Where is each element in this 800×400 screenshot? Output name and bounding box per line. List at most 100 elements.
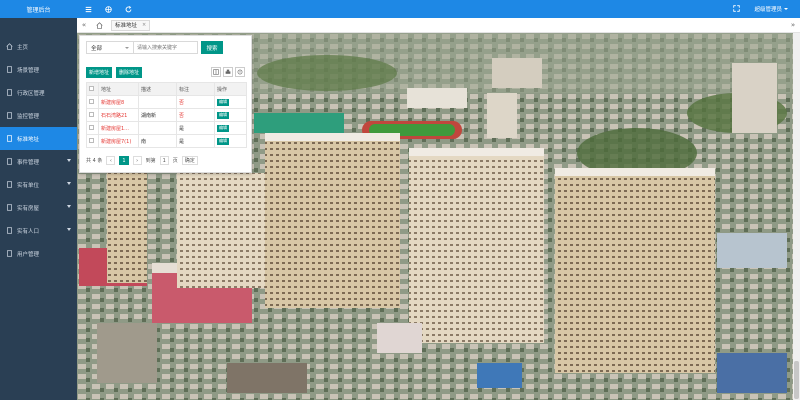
home-icon <box>6 43 13 50</box>
columns-icon[interactable] <box>211 67 221 77</box>
sidebar-item-scene[interactable]: 场景管理 <box>0 58 77 81</box>
menu-icon[interactable] <box>79 0 97 18</box>
edit-button[interactable]: 编辑 <box>217 124 229 132</box>
chevron-down-icon <box>784 8 788 10</box>
pagination: 共 4 条 ‹ 1 › 到第 1 页 确定 <box>86 156 202 165</box>
cell-address: 新建房屋1... <box>98 121 139 135</box>
sidebar-item-users[interactable]: 用户管理 <box>0 242 77 265</box>
sidebar-item-home[interactable]: 主页 <box>0 35 77 58</box>
topbar-right: 超级管理员 <box>733 4 800 14</box>
document-icon <box>7 89 12 96</box>
page-scrollbar[interactable] <box>793 33 800 400</box>
user-menu[interactable]: 超级管理员 <box>754 5 788 13</box>
cell-address: 新建房屋8 <box>98 95 139 109</box>
row-checkbox[interactable] <box>89 111 94 117</box>
chevron-down-icon <box>67 205 71 208</box>
chevron-down-icon <box>125 47 129 49</box>
home-tab-icon[interactable] <box>93 19 105 31</box>
cell-desc: 湖南新 <box>138 108 177 122</box>
add-address-button[interactable]: 新增地址 <box>86 67 113 78</box>
row-checkbox[interactable] <box>89 124 94 130</box>
sidebar-item-label: 实有人口 <box>17 228 40 235</box>
pager-confirm-button[interactable]: 确定 <box>181 156 198 165</box>
sidebar-item-label: 主页 <box>17 44 29 51</box>
pager-next[interactable]: › <box>132 156 142 165</box>
filter-select-value: 全部 <box>91 45 103 52</box>
chevron-down-icon <box>67 228 71 231</box>
address-panel: 全部 搜索 新增地址 删除地址 地址 <box>79 35 252 173</box>
row-checkbox-cell <box>86 108 99 122</box>
chevron-down-icon <box>67 159 71 162</box>
tabs-scroll-left[interactable]: « <box>77 21 91 29</box>
tabs-bar: « 标准地址 × » <box>77 18 800 33</box>
sidebar-item-events[interactable]: 事件管理 <box>0 150 77 173</box>
topbar: 超级管理员 <box>77 0 800 18</box>
cell-action: 编辑 <box>214 108 247 122</box>
sidebar-item-label: 事件管理 <box>17 159 40 166</box>
table-row[interactable]: 新建房屋7(1) 南 是 编辑 <box>86 134 247 148</box>
table-row[interactable]: 新建房屋1... 是 编辑 <box>86 121 247 135</box>
search-button[interactable]: 搜索 <box>201 41 223 54</box>
search-input[interactable] <box>134 41 198 54</box>
document-icon <box>7 250 12 257</box>
pager-goto-suffix: 页 <box>172 158 178 164</box>
pager-prev[interactable]: ‹ <box>106 156 116 165</box>
sidebar-item-label: 实有单位 <box>17 182 40 189</box>
edit-button[interactable]: 编辑 <box>217 137 229 145</box>
document-icon <box>7 204 12 211</box>
export-icon[interactable] <box>235 67 245 77</box>
row-checkbox[interactable] <box>89 137 94 143</box>
sidebar-item-monitor[interactable]: 监控管理 <box>0 104 77 127</box>
edit-button[interactable]: 编辑 <box>217 111 229 119</box>
col-header-action: 操作 <box>214 82 247 96</box>
table-row[interactable]: 新建房屋8 否 编辑 <box>86 95 247 109</box>
col-header-mark: 标注 <box>176 82 215 96</box>
sidebar-item-label: 监控管理 <box>17 113 40 120</box>
scrollbar-thumb[interactable] <box>794 361 799 399</box>
col-header-desc: 描述 <box>138 82 177 96</box>
table-row[interactable]: 石石湾路21 湖南新 否 编辑 <box>86 108 247 122</box>
delete-address-button[interactable]: 删除地址 <box>116 67 143 78</box>
sidebar-item-population[interactable]: 实有人口 <box>0 219 77 242</box>
cell-mark: 否 <box>176 108 215 122</box>
sidebar-menu: 主页 场景管理 行政区管理 监控管理 标准地址 事件管理 实有单位 实有房屋 实… <box>0 35 77 265</box>
tab-label: 标准地址 <box>115 23 138 29</box>
row-checkbox[interactable] <box>89 98 94 104</box>
chevron-down-icon <box>67 182 71 185</box>
cell-desc: 南 <box>138 134 177 148</box>
sidebar-item-houses[interactable]: 实有房屋 <box>0 196 77 219</box>
pager-current-page[interactable]: 1 <box>119 156 129 165</box>
sidebar-item-label: 行政区管理 <box>17 90 45 97</box>
document-icon <box>7 181 12 188</box>
fullscreen-icon[interactable] <box>733 4 741 14</box>
pager-goto-prefix: 到第 <box>145 158 156 164</box>
edit-button[interactable]: 编辑 <box>217 98 229 106</box>
sidebar: 管理后台 主页 场景管理 行政区管理 监控管理 标准地址 事件管理 实有单位 实… <box>0 0 77 400</box>
sidebar-item-address[interactable]: 标准地址 <box>0 127 77 150</box>
tab-standard-address[interactable]: 标准地址 × <box>111 19 151 31</box>
tabs-scroll-right[interactable]: » <box>786 21 800 29</box>
pager-total: 共 4 条 <box>86 158 103 164</box>
print-icon[interactable] <box>223 67 233 77</box>
toolbar: 新增地址 删除地址 <box>86 67 146 78</box>
select-all-cell[interactable] <box>86 82 99 96</box>
user-name: 超级管理员 <box>754 7 782 13</box>
cell-mark: 是 <box>176 134 215 148</box>
app-root: 管理后台 主页 场景管理 行政区管理 监控管理 标准地址 事件管理 实有单位 实… <box>0 0 800 400</box>
select-all-checkbox[interactable] <box>89 85 94 91</box>
document-icon <box>7 227 12 234</box>
sidebar-item-label: 实有房屋 <box>17 205 40 212</box>
sidebar-item-units[interactable]: 实有单位 <box>0 173 77 196</box>
address-table: 地址 描述 标注 操作 新建房屋8 否 编辑 石石湾路21 湖南新 否 编辑 新… <box>86 82 247 148</box>
filter-select[interactable]: 全部 <box>86 41 134 54</box>
pager-goto-input[interactable]: 1 <box>159 156 169 165</box>
sidebar-item-label: 标准地址 <box>17 136 40 143</box>
close-icon[interactable]: × <box>142 22 146 28</box>
cell-desc <box>138 95 177 109</box>
col-header-address: 地址 <box>98 82 139 96</box>
row-checkbox-cell <box>86 95 99 109</box>
row-checkbox-cell <box>86 121 99 135</box>
refresh-icon[interactable] <box>119 0 137 18</box>
sidebar-item-district[interactable]: 行政区管理 <box>0 81 77 104</box>
globe-icon[interactable] <box>99 0 117 18</box>
